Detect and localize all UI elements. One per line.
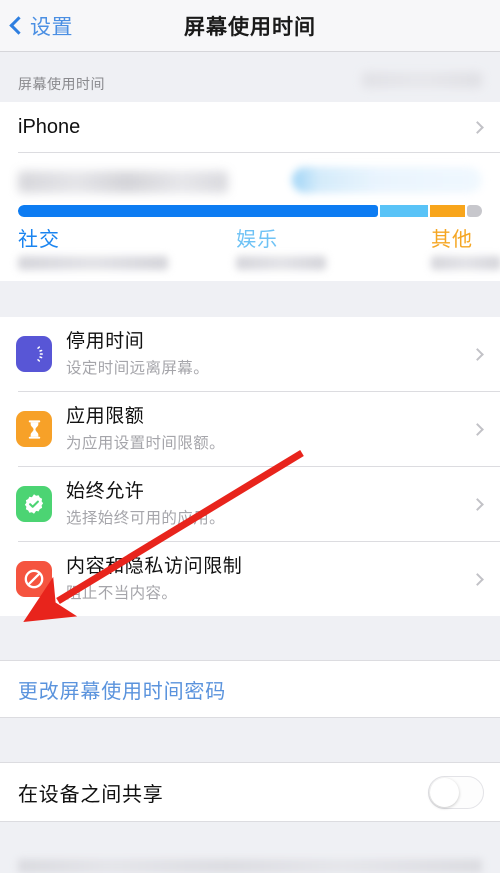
usage-legend: 社交 娱乐 其他 [18, 223, 500, 281]
usage-bar-segment [467, 205, 482, 217]
change-passcode-row[interactable]: 更改屏幕使用时间密码 [0, 661, 500, 717]
usage-legend-duration-blurred [430, 256, 500, 270]
section-gap [0, 281, 500, 317]
downtime-moon-icon [16, 336, 52, 372]
usage-category-bar [18, 205, 482, 217]
settings-row-1[interactable]: 停用时间设定时间远离屏幕。 [0, 317, 500, 391]
usage-legend-label: 其他 [430, 229, 473, 251]
settings-row-subtitle: 选择始终可用的应用。 [66, 510, 226, 528]
checkmark-badge-icon [16, 486, 52, 522]
chevron-right-icon [471, 497, 484, 511]
usage-summary-header [18, 163, 482, 203]
screen-time-options-card: 停用时间设定时间远离屏幕。应用限额为应用设置时间限额。始终允许选择始终可用的应用… [0, 317, 500, 616]
usage-bar-segment [18, 205, 378, 217]
chevron-left-icon [9, 16, 28, 35]
group-header-blurred-value [362, 72, 482, 88]
footer-blurred-text [18, 859, 482, 873]
usage-legend-duration-blurred [236, 256, 327, 270]
usage-legend-label: 社交 [18, 229, 60, 251]
prohibition-icon [16, 561, 52, 597]
settings-row-title: 应用限额 [66, 405, 145, 427]
device-card: iPhone 社交 娱乐 其他 [0, 102, 500, 281]
device-row-iphone[interactable]: iPhone [0, 102, 500, 152]
settings-row-title: 内容和隐私访问限制 [66, 555, 243, 577]
toggle-knob [430, 777, 459, 807]
back-button[interactable]: 设置 [0, 11, 73, 41]
navigation-bar: 设置 屏幕使用时间 [0, 0, 500, 52]
usage-total-blurred [18, 171, 228, 193]
usage-legend-label: 娱乐 [236, 229, 279, 251]
share-across-devices-row[interactable]: 在设备之间共享 [0, 763, 500, 821]
section-gap [0, 718, 500, 762]
group-header-label: 屏幕使用时间 [18, 76, 105, 92]
change-passcode-label: 更改屏幕使用时间密码 [18, 680, 226, 703]
usage-summary-card[interactable]: 社交 娱乐 其他 [0, 153, 500, 281]
device-row-label: iPhone [18, 115, 81, 138]
page-title: 屏幕使用时间 [184, 15, 316, 39]
settings-row-subtitle: 为应用设置时间限额。 [66, 435, 226, 453]
usage-bar-segment [379, 205, 429, 217]
hourglass-icon [16, 411, 52, 447]
settings-row-title: 停用时间 [66, 330, 145, 352]
chevron-right-icon [471, 572, 484, 586]
chevron-right-icon [471, 120, 484, 134]
passcode-card: 更改屏幕使用时间密码 [0, 660, 500, 718]
section-gap [0, 616, 500, 660]
settings-row-subtitle: 设定时间远离屏幕。 [66, 360, 210, 378]
usage-legend-item: 社交 [18, 223, 168, 270]
chevron-right-icon [471, 347, 484, 361]
usage-legend-item: 娱乐 [236, 223, 327, 270]
settings-row-2[interactable]: 应用限额为应用设置时间限额。 [0, 392, 500, 466]
usage-bar-segment [430, 205, 466, 217]
settings-row-subtitle: 阻止不当内容。 [66, 585, 178, 603]
chevron-right-icon [471, 422, 484, 436]
settings-row-3[interactable]: 始终允许选择始终可用的应用。 [0, 467, 500, 541]
usage-legend-item: 其他 [430, 223, 500, 270]
share-across-devices-label: 在设备之间共享 [18, 783, 164, 806]
usage-legend-duration-blurred [18, 256, 168, 270]
settings-row-title: 始终允许 [66, 480, 145, 502]
screen-time-settings-screen: 设置 屏幕使用时间 屏幕使用时间 iPhone 社交 娱乐 其他 停用时间设定时间远… [0, 0, 500, 873]
divider [0, 821, 500, 822]
usage-comparison-blurred [292, 167, 482, 193]
screen-time-group-header: 屏幕使用时间 [0, 52, 500, 102]
share-across-devices-toggle[interactable] [428, 775, 484, 809]
share-card: 在设备之间共享 [0, 762, 500, 822]
settings-row-4[interactable]: 内容和隐私访问限制阻止不当内容。 [0, 542, 500, 616]
back-button-label: 设置 [30, 15, 73, 39]
